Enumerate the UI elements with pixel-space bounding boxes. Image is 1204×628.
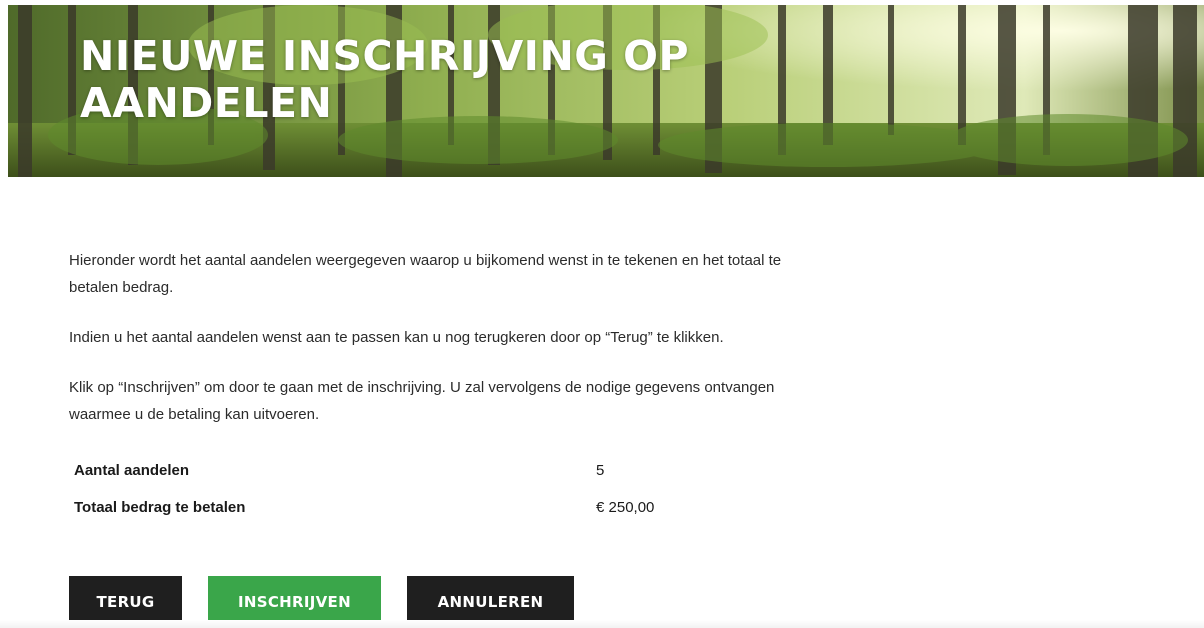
page: NIEUWE INSCHRIJVING OP AANDELEN Hieronde… [0, 0, 1204, 628]
summary-label: Aantal aandelen [74, 462, 190, 479]
summary-row-total: Totaal bedrag te betalen € 250,00 [74, 496, 714, 533]
summary-label: Totaal bedrag te betalen [74, 499, 246, 516]
summary-row-shares: Aantal aandelen 5 [74, 459, 714, 496]
page-title: NIEUWE INSCHRIJVING OP AANDELEN [80, 32, 690, 127]
summary-value: € 250,00 [596, 499, 655, 516]
bottom-divider [0, 620, 1204, 628]
intro-text: Hieronder wordt het aantal aandelen weer… [69, 247, 789, 451]
intro-paragraph-2: Indien u het aantal aandelen wenst aan t… [69, 329, 724, 346]
summary-table: Aantal aandelen 5 Totaal bedrag te betal… [74, 459, 714, 533]
intro-paragraph-3: Klik op “Inschrijven” om door te gaan me… [69, 379, 775, 423]
hero-banner: NIEUWE INSCHRIJVING OP AANDELEN [8, 5, 1204, 177]
summary-value: 5 [596, 462, 605, 479]
intro-paragraph-1: Hieronder wordt het aantal aandelen weer… [69, 252, 782, 296]
